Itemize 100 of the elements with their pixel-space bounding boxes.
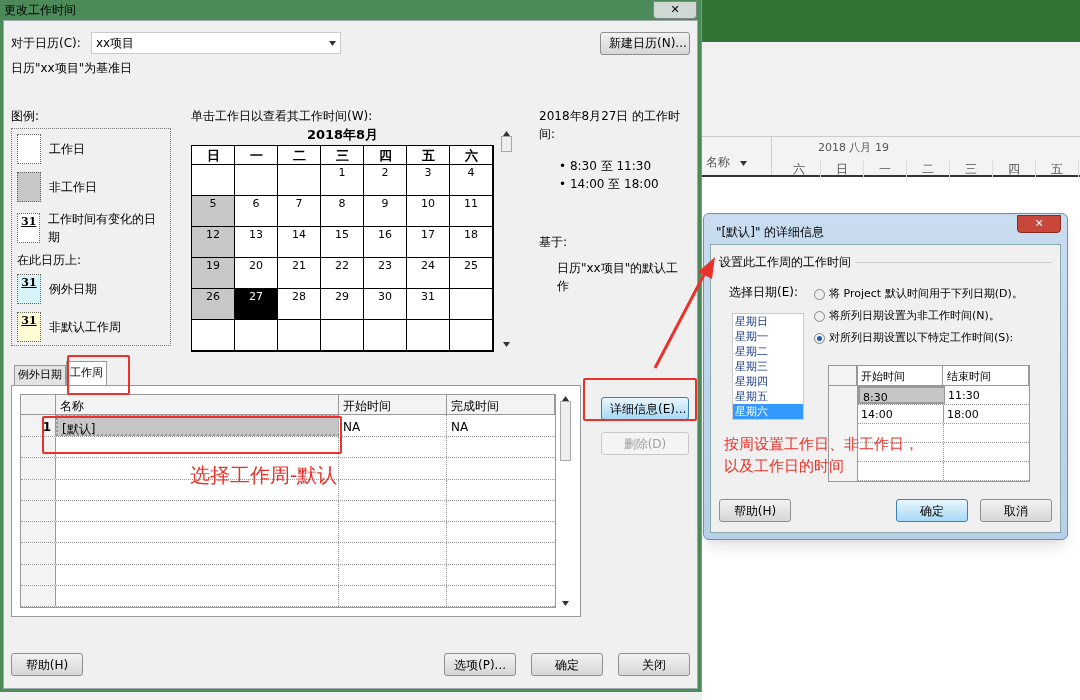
ok-button[interactable]: 确定 [896, 499, 968, 522]
arrow-up-icon [561, 396, 569, 401]
time-cell[interactable]: 14:00 [858, 405, 944, 423]
day-list-item[interactable]: 星期日 [733, 314, 803, 329]
calendar-day[interactable]: 6 [235, 195, 278, 227]
calendar-day[interactable]: 5 [192, 195, 235, 227]
ok-button[interactable]: 确定 [531, 653, 603, 676]
table-row[interactable] [21, 543, 555, 565]
day-list-item[interactable]: 星期五 [733, 389, 803, 404]
weekday-header: 五 [407, 145, 450, 165]
close-button[interactable]: ✕ [653, 1, 697, 19]
calendar-day[interactable]: 11 [450, 195, 493, 227]
calendar-day[interactable]: 1 [321, 164, 364, 196]
close-button[interactable]: ✕ [1017, 215, 1061, 233]
dialog-title: "[默认]" 的详细信息 [716, 224, 825, 241]
calendar-day[interactable]: 31 [407, 288, 450, 320]
time-cell[interactable]: 11:30 [945, 386, 1029, 404]
column-header: 结束时间 [943, 366, 1029, 385]
calendar-day[interactable]: 13 [235, 226, 278, 258]
calendar-day[interactable]: 9 [364, 195, 407, 227]
calendar-day[interactable]: 21 [278, 257, 321, 289]
calendar-day[interactable]: 18 [450, 226, 493, 258]
calendar-day[interactable]: 7 [278, 195, 321, 227]
working-time-title: 2018年8月27日 的工作时间: [539, 108, 682, 143]
calendar-cell [235, 164, 278, 196]
calendar-dropdown[interactable]: xx项目 [91, 32, 341, 54]
calendar-day[interactable]: 15 [321, 226, 364, 258]
calendar-scrollbar[interactable] [499, 129, 513, 349]
tab[interactable]: 例外日期 [14, 365, 66, 385]
time-cell[interactable]: 18:00 [944, 405, 1029, 423]
calendar-day[interactable]: 23 [364, 257, 407, 289]
help-button[interactable]: 帮助(H) [11, 653, 83, 676]
calendar-day[interactable]: 3 [407, 164, 450, 196]
day-list-item[interactable]: 星期二 [733, 344, 803, 359]
calendar-day[interactable]: 10 [407, 195, 450, 227]
table-row[interactable] [21, 564, 555, 586]
time-row[interactable]: 14:00 18:00 [858, 405, 1029, 424]
base-note: 日历"xx项目"为基准日 [11, 60, 134, 77]
new-calendar-button[interactable]: 新建日历(N)... [600, 31, 690, 55]
legend-subtitle: 在此日历上: [17, 252, 83, 269]
calendar-day[interactable]: 2 [364, 164, 407, 196]
calendar-day[interactable]: 4 [450, 164, 493, 196]
cancel-button[interactable]: 取消 [980, 499, 1052, 522]
calendar-day[interactable]: 28 [278, 288, 321, 320]
radio-button[interactable] [814, 332, 825, 344]
calendar-day[interactable]: 22 [321, 257, 364, 289]
options-button[interactable]: 选项(P)... [444, 653, 516, 676]
month-title: 2018年8月 [305, 126, 380, 144]
calendar-day[interactable]: 27 [235, 288, 278, 320]
details-button[interactable]: 详细信息(E)... [601, 397, 689, 420]
legend-swatch: 31 [17, 213, 41, 243]
arrow-down-icon [561, 601, 569, 606]
weekday-header: 六 [450, 145, 493, 165]
day-list-item[interactable]: 星期四 [733, 374, 803, 389]
table-row[interactable] [21, 585, 555, 607]
calendar-day[interactable]: 19 [192, 257, 235, 289]
legend-label: 非工作日 [49, 179, 97, 196]
scroll-thumb[interactable] [559, 401, 571, 461]
help-button[interactable]: 帮助(H) [719, 499, 791, 522]
radio-label: 将所列日期设置为非工作时间(N)。 [829, 307, 1000, 324]
legend-title: 图例: [11, 108, 41, 125]
legend-label: 工作时间有变化的日期 [48, 211, 158, 246]
time-cell[interactable]: 8:30 [858, 386, 945, 404]
calendar-day[interactable]: 14 [278, 226, 321, 258]
day-list[interactable]: 星期日 星期一 星期二 星期三 星期四 星期五 星期六 [732, 313, 804, 420]
day-list-item[interactable]: 星期三 [733, 359, 803, 374]
legend-swatch: 31 [17, 312, 41, 342]
caret-icon [329, 40, 336, 46]
legend-label: 非默认工作周 [49, 319, 121, 336]
calendar-day[interactable]: 30 [364, 288, 407, 320]
calendar-day[interactable]: 26 [192, 288, 235, 320]
day-list-item[interactable]: 星期一 [733, 329, 803, 344]
radio-button[interactable] [814, 288, 825, 300]
calendar-day[interactable]: 12 [192, 226, 235, 258]
tab[interactable]: 工作周 [66, 361, 107, 385]
scroll-thumb[interactable] [500, 136, 512, 152]
weekday-header: 一 [235, 145, 278, 165]
column-header: 完成时间 [447, 395, 555, 414]
timescale-label: 2018 八月 19 [818, 140, 890, 156]
calendar-day[interactable]: 25 [450, 257, 493, 289]
arrow-down-icon [502, 342, 510, 347]
calendar-day[interactable]: 17 [407, 226, 450, 258]
calendar-day[interactable]: 8 [321, 195, 364, 227]
table-scrollbar[interactable] [558, 394, 572, 608]
time-row[interactable]: 8:30 11:30 [858, 386, 1029, 405]
table-row[interactable] [21, 522, 555, 544]
legend-label: 工作日 [49, 141, 85, 158]
column-header: 开始时间 [339, 395, 447, 414]
close-dialog-button[interactable]: 关闭 [618, 653, 690, 676]
radio-button[interactable] [814, 310, 825, 322]
calendar-day[interactable]: 20 [235, 257, 278, 289]
calendar-day[interactable]: 16 [364, 226, 407, 258]
select-days-label: 选择日期(E): [729, 284, 799, 301]
arrow-up-icon [502, 131, 510, 136]
calendar-day[interactable]: 29 [321, 288, 364, 320]
calendar-day[interactable]: 24 [407, 257, 450, 289]
table-row[interactable] [21, 437, 555, 459]
based-on-text: 日历"xx项目"的默认工作 [557, 260, 680, 295]
table-row[interactable] [21, 500, 555, 522]
highlight-box [67, 355, 130, 395]
